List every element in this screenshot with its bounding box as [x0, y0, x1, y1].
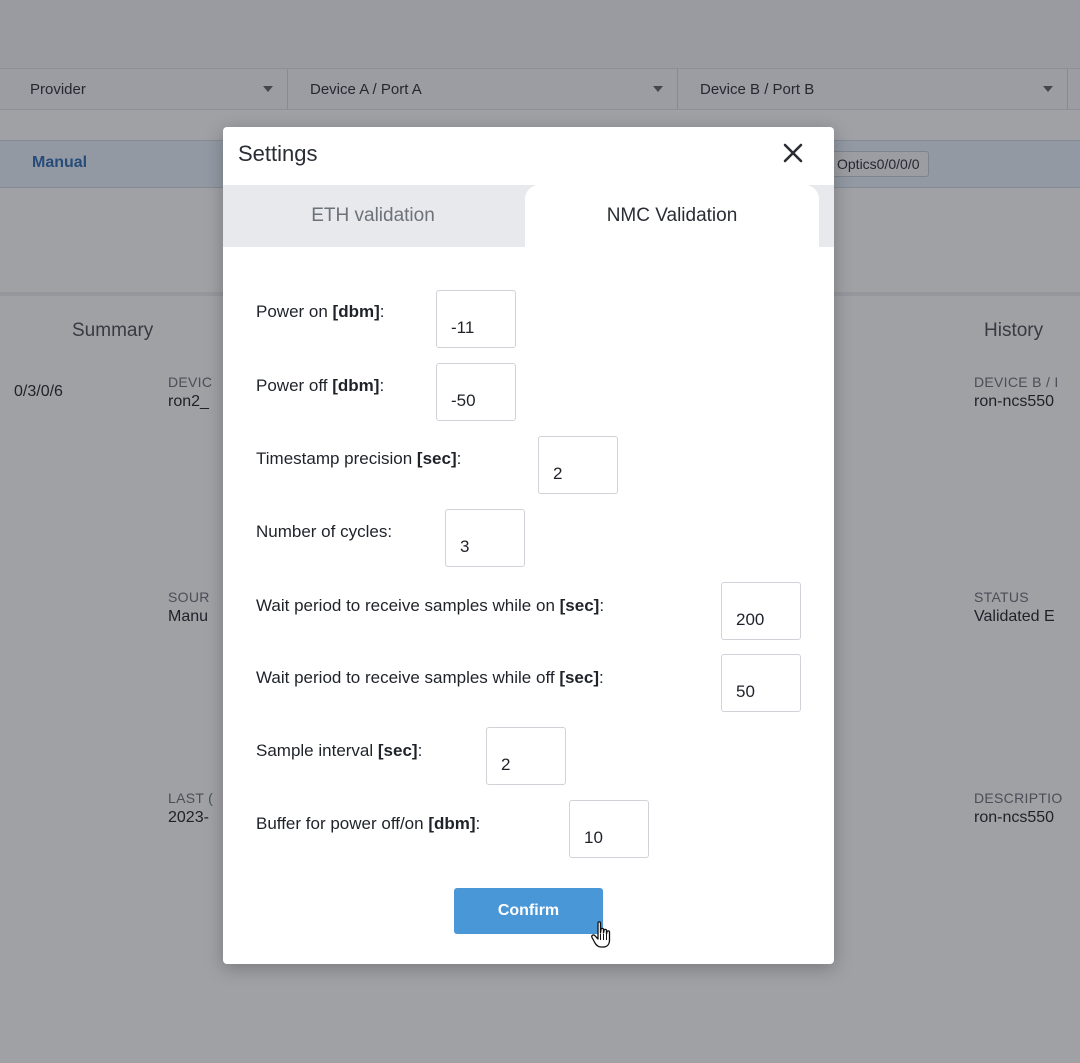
sample-interval-label: Sample interval [sec]:	[256, 741, 423, 760]
tab-eth-validation-label: ETH validation	[311, 205, 435, 226]
tab-nmc-validation[interactable]: NMC Validation	[525, 185, 819, 247]
timestamp-precision-label: Timestamp precision [sec]:	[256, 449, 462, 468]
close-button[interactable]	[777, 137, 809, 169]
hand-pointer-icon	[591, 921, 611, 948]
timestamp-precision-row: Timestamp precision [sec]:	[256, 449, 461, 469]
wait-on-label: Wait period to receive samples while on …	[256, 596, 605, 615]
tab-eth-validation[interactable]: ETH validation	[223, 185, 523, 247]
number-of-cycles-row: Number of cycles:	[256, 522, 392, 542]
buffer-row: Buffer for power off/on [dbm]:	[256, 814, 480, 834]
modal-title: Settings	[238, 141, 318, 166]
power-off-row: Power off [dbm]:	[256, 376, 384, 396]
confirm-button[interactable]: Confirm	[454, 888, 603, 934]
wait-on-input[interactable]	[721, 582, 801, 640]
modal-tabs: ETH validation NMC Validation	[223, 185, 834, 247]
power-off-input[interactable]	[436, 363, 516, 421]
wait-off-input[interactable]	[721, 654, 801, 712]
wait-off-label: Wait period to receive samples while off…	[256, 668, 604, 687]
wait-off-row: Wait period to receive samples while off…	[256, 668, 604, 688]
power-on-input[interactable]	[436, 290, 516, 348]
timestamp-precision-input[interactable]	[538, 436, 618, 494]
buffer-input[interactable]	[569, 800, 649, 858]
tab-nmc-validation-label: NMC Validation	[606, 205, 738, 226]
settings-modal: Settings ETH validation NMC Validation P…	[223, 127, 834, 964]
power-on-label: Power on [dbm]:	[256, 302, 385, 321]
sample-interval-row: Sample interval [sec]:	[256, 741, 422, 761]
wait-on-row: Wait period to receive samples while on …	[256, 596, 604, 616]
buffer-label: Buffer for power off/on [dbm]:	[256, 814, 481, 833]
sample-interval-input[interactable]	[486, 727, 566, 785]
number-of-cycles-input[interactable]	[445, 509, 525, 567]
number-of-cycles-label: Number of cycles:	[256, 522, 393, 541]
power-off-label: Power off [dbm]:	[256, 376, 385, 395]
power-on-row: Power on [dbm]:	[256, 302, 385, 322]
close-icon	[783, 143, 803, 163]
